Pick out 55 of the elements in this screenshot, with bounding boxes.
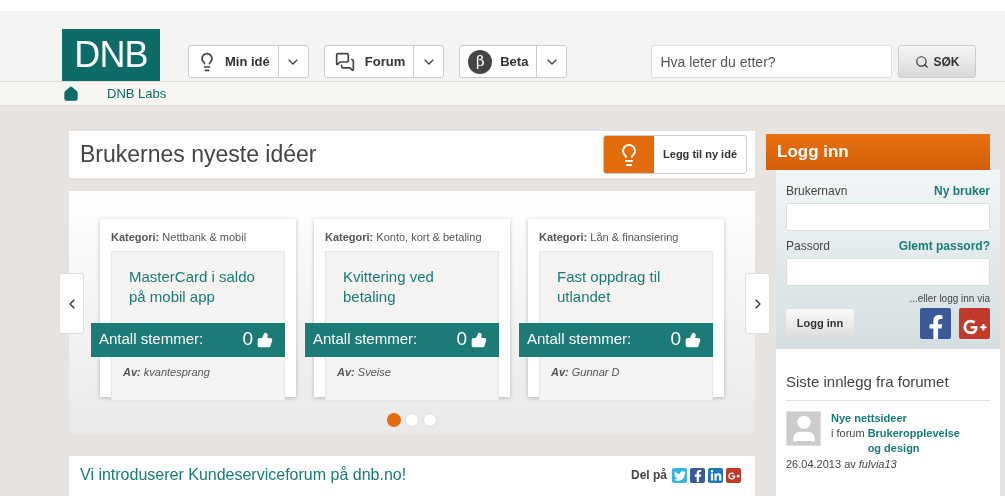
facebook-icon[interactable] (690, 467, 705, 483)
idea-author: Av: Gunnar D (551, 364, 621, 380)
post-meta: 26.04.2013 av fulvia13 (786, 456, 898, 472)
nav-menu[interactable]: Min idé (188, 45, 309, 79)
votes-label: Antall stemmer: (99, 329, 204, 350)
home-icon[interactable] (63, 85, 79, 102)
search-field[interactable]: Hva leter du etter? (651, 45, 893, 79)
nav-label[interactable]: Forum (364, 51, 406, 72)
idea-title[interactable]: Kvittering ved betaling (343, 266, 479, 307)
post-title-link[interactable]: Nye nettsideer (831, 410, 968, 426)
username-field[interactable] (786, 203, 990, 231)
nav-menu[interactable]: β Beta (459, 45, 568, 79)
thumbs-up-icon[interactable] (257, 331, 273, 348)
idea-category: Kategori: Konto, kort & betaling (325, 230, 483, 245)
forum-link[interactable]: Brukeropplevelse og design (867, 425, 968, 456)
news-headline[interactable]: Vi introduserer Kundeserviceforum på dnb.no! (80, 463, 407, 487)
google-plus-icon[interactable] (959, 308, 990, 339)
password-field[interactable] (786, 258, 990, 286)
section-title: Brukernes nyeste idéer (80, 140, 317, 170)
thumbs-up-icon[interactable] (471, 331, 487, 348)
votes-count: 0 (242, 327, 253, 352)
alt-login-text: ...eller logg inn via (908, 292, 990, 306)
forgot-password-link[interactable]: Glemt passord? (898, 237, 990, 255)
post-forum-label: i forum (831, 425, 865, 441)
nav-menu[interactable]: Forum (323, 45, 445, 79)
breadcrumb-link[interactable]: DNB Labs (107, 83, 167, 104)
nav-label[interactable]: Beta (500, 51, 529, 72)
votes-label: Antall stemmer: (313, 329, 418, 350)
password-label: Passord (786, 238, 831, 255)
nav-label[interactable]: Min idé (225, 51, 270, 72)
idea-category: Kategori: Lån & finansiering (539, 230, 680, 245)
search-icon (915, 54, 930, 69)
idea-author: Av: kvantesprang (123, 364, 211, 380)
new-user-link[interactable]: Ny bruker (933, 182, 990, 200)
login-button[interactable]: Logg inn (786, 309, 854, 338)
idea-title[interactable]: MasterCard i saldo på mobil app (129, 266, 265, 307)
facebook-icon[interactable] (920, 308, 951, 339)
logo[interactable]: DNB (62, 29, 160, 82)
search-button[interactable]: SØK (898, 45, 977, 79)
linkedin-icon[interactable] (708, 467, 723, 483)
google-plus-icon[interactable] (726, 467, 741, 483)
votes-count: 0 (670, 327, 681, 352)
share-label: Del på (631, 467, 667, 484)
login-title: Logg inn (777, 141, 849, 164)
votes-count: 0 (456, 327, 467, 352)
thumbs-up-icon[interactable] (685, 331, 701, 348)
idea-title[interactable]: Fast oppdrag til utlandet (557, 266, 693, 307)
idea-author: Av: Sveise (337, 364, 392, 380)
avatar-icon (786, 410, 821, 446)
add-idea-button[interactable]: Legg til ny idé (603, 135, 747, 174)
votes-label: Antall stemmer: (527, 329, 632, 350)
beta-icon: β (468, 49, 493, 74)
forum-heading: Siste innlegg fra forumet (786, 371, 990, 401)
username-label: Brukernavn (786, 183, 848, 200)
idea-category: Kategori: Nettbank & mobil (111, 230, 248, 245)
